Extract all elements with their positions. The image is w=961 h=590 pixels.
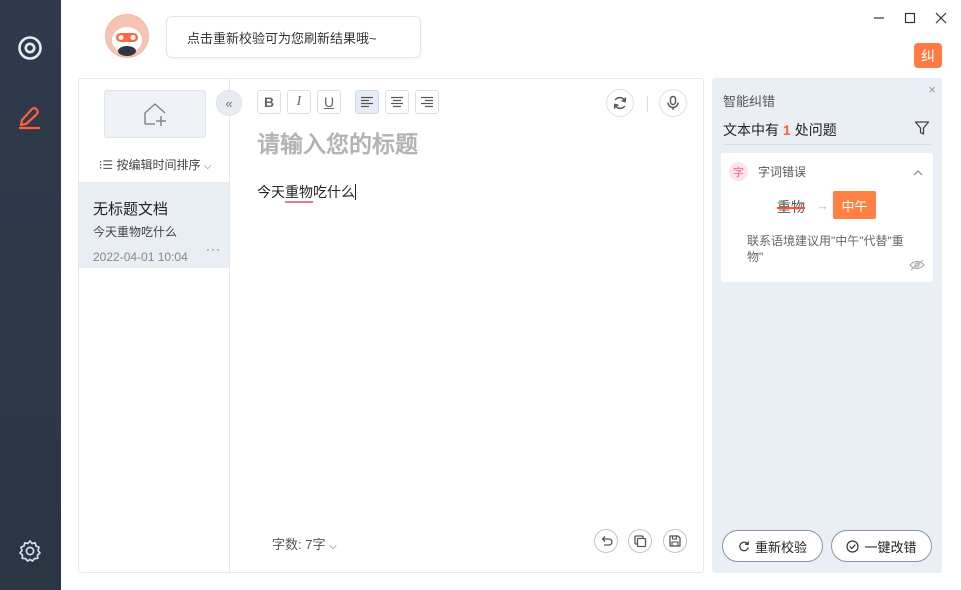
panel-divider [723,144,931,145]
home-icon[interactable] [15,33,45,63]
suggestion-text: 联系语境建议用"中午"代替"重物" [747,234,904,264]
document-list-panel: ⁝☰ 按编辑时间排序 ⌵ 无标题文档 今天重物吃什么 2022-04-01 10… [78,78,231,573]
issue-count: 1 [783,122,791,138]
issue-type: 字词错误 [758,165,807,179]
voice-input-button[interactable] [659,89,687,117]
collapse-sidebar-button[interactable]: « [216,90,242,116]
document-snippet: 今天重物吃什么 [93,225,178,239]
proofread-panel: 智能纠错 × 文本中有 1 处问题 字 字词错误 重物 → 中午 联系语境建议用"中… [712,78,942,573]
copy-button[interactable] [628,529,652,553]
proofread-badge[interactable]: 纠 [914,43,942,68]
copy-icon [634,535,647,548]
align-center-button[interactable] [385,90,409,114]
proofread-pen-icon[interactable] [15,102,45,132]
summary-suffix: 处问题 [794,122,837,138]
ignore-eye-icon[interactable] [909,259,925,274]
correction-button[interactable]: 中午 [833,191,876,219]
word-error-badge: 字 [729,162,748,181]
underline-button[interactable]: U [317,90,341,114]
new-document-icon [144,103,166,126]
chevron-down-icon: ⌵ [203,161,212,172]
body-text-after: 吃什么 [313,184,355,200]
panel-title: 智能纠错 [723,94,776,109]
issue-card[interactable]: 字 字词错误 重物 → 中午 联系语境建议用"中午"代替"重物" [721,153,933,282]
align-left-icon [361,96,373,108]
app-sidebar [0,0,61,590]
save-button[interactable] [663,529,687,553]
undo-button[interactable] [594,529,618,553]
title-input[interactable] [257,131,677,158]
align-right-button[interactable] [415,90,439,114]
chevron-down-icon: ⌵ [329,541,337,552]
sort-list-icon: ⁝☰ [98,158,114,172]
arrow-right-icon: → [816,198,829,213]
wrong-word: 重物 [777,199,805,215]
top-bar: 点击重新校验可为您刷新结果哦~ 纠 [61,0,961,78]
undo-icon [601,536,613,546]
panel-close-icon[interactable]: × [928,82,936,97]
tip-bubble: 点击重新校验可为您刷新结果哦~ [166,16,421,58]
editor-area: « B I U 今天重物吃什么 字数: 7字 ⌵ [216,78,704,573]
minimize-icon[interactable] [869,8,889,28]
fix-all-button[interactable]: 一键改错 [831,530,932,562]
sort-label: 按编辑时间排序 [116,158,201,172]
body-text-before: 今天 [257,184,285,200]
word-count-label: 字数: [272,537,302,552]
align-left-button[interactable] [355,90,379,114]
align-center-icon [391,96,403,108]
summary-prefix: 文本中有 [723,122,779,138]
refresh-icon [739,541,750,552]
fix-all-label: 一键改错 [864,539,917,555]
recheck-label: 重新校验 [754,539,807,555]
mascot-avatar [105,14,149,58]
bold-button[interactable]: B [257,90,281,114]
refresh-icon [613,96,627,110]
maximize-icon[interactable] [900,8,920,28]
microphone-icon [667,95,679,110]
text-caret [355,184,356,200]
sort-dropdown[interactable]: ⁝☰ 按编辑时间排序 ⌵ [79,156,231,173]
document-title: 无标题文档 [93,201,169,218]
italic-button[interactable]: I [287,90,311,114]
document-list-item[interactable]: 无标题文档 今天重物吃什么 2022-04-01 10:04 ··· [79,182,231,268]
save-icon [669,535,681,547]
editor-body[interactable]: 今天重物吃什么 [257,182,356,203]
more-options-icon[interactable]: ··· [206,242,221,256]
settings-gear-icon[interactable] [15,536,45,566]
new-document-button[interactable] [104,90,206,138]
chevron-up-icon[interactable] [913,164,923,179]
close-icon[interactable] [931,8,951,28]
check-circle-icon [846,539,860,553]
word-count[interactable]: 字数: 7字 ⌵ [272,534,337,553]
align-right-icon [421,96,433,108]
issue-summary: 文本中有 1 处问题 [723,120,837,140]
refresh-button[interactable] [606,89,634,117]
recheck-button[interactable]: 重新校验 [722,530,823,562]
error-highlight[interactable]: 重物 [285,184,313,203]
toolbar-divider [647,96,648,112]
filter-icon[interactable] [914,120,930,139]
word-count-value: 7字 [305,537,326,552]
